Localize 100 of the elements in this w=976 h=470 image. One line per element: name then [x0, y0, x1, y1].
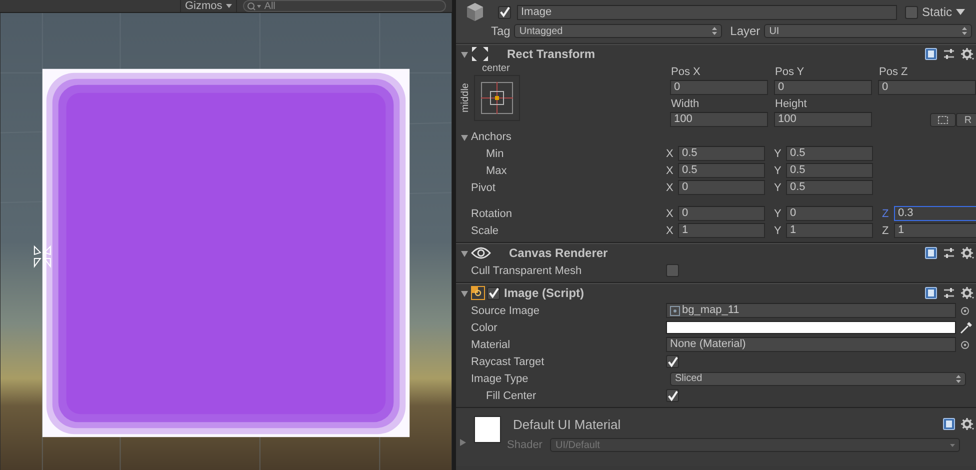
number-field[interactable]: 0.5	[786, 163, 873, 178]
checkbox[interactable]	[666, 264, 679, 277]
check-icon	[667, 356, 678, 368]
color-field[interactable]	[666, 321, 956, 334]
number-field[interactable]: 0	[774, 80, 872, 95]
field-label: Pos Z	[878, 64, 909, 78]
property-label: Raycast Target	[470, 356, 546, 368]
object-value: None (Material)	[670, 338, 746, 351]
checkbox[interactable]	[498, 6, 511, 18]
check-icon	[499, 6, 510, 18]
axis-label: X	[666, 182, 674, 194]
rect-transform-icon	[471, 46, 489, 62]
component-title: Canvas Renderer	[509, 246, 608, 260]
name-field[interactable]: Image	[517, 4, 897, 20]
number-field[interactable]: 0	[786, 206, 873, 221]
raw-edit-button[interactable]: R	[956, 113, 976, 127]
target-icon[interactable]	[960, 306, 970, 316]
caret-icon[interactable]	[460, 50, 469, 58]
number-field[interactable]: 0	[878, 80, 976, 95]
checkbox[interactable]	[666, 355, 679, 368]
anchor-label: middle	[460, 83, 471, 113]
number-field[interactable]: 100	[670, 112, 768, 127]
property-label: Tag	[491, 24, 510, 38]
dropdown-value: Sliced	[675, 373, 702, 384]
eyedropper-icon[interactable]	[960, 322, 972, 334]
help-icon[interactable]	[925, 247, 937, 259]
number-field[interactable]: 1	[678, 223, 765, 238]
field-label: Pos X	[670, 64, 702, 78]
component-title: Image (Script)	[504, 286, 584, 300]
property-label: Pivot	[470, 182, 496, 194]
caret-icon[interactable]	[460, 248, 469, 258]
number-field[interactable]: 100	[774, 112, 872, 127]
checkbox[interactable]	[487, 286, 500, 300]
axis-label: X	[666, 148, 674, 160]
dropdown[interactable]: Sliced	[670, 372, 966, 386]
number-field[interactable]: 0.3	[894, 206, 976, 221]
field-label: Pos Y	[774, 64, 806, 78]
anchor-preset-button[interactable]	[474, 75, 520, 121]
sliders-icon[interactable]	[943, 287, 955, 299]
object-field[interactable]: bg_map_11	[666, 303, 956, 318]
number-field[interactable]: 0	[670, 80, 768, 95]
layer-dropdown[interactable]: UI	[764, 24, 972, 38]
checkbox[interactable]	[666, 389, 679, 402]
gear-icon[interactable]	[961, 418, 974, 430]
object-field[interactable]: None (Material)	[666, 337, 956, 352]
property-label: Material	[470, 338, 512, 350]
anchor-label: center	[481, 63, 511, 75]
search-field[interactable]: All	[243, 0, 446, 12]
gizmos-menu[interactable]: Gizmos	[180, 0, 238, 12]
number-field[interactable]: 1	[894, 223, 976, 238]
property-label: Color	[470, 322, 498, 334]
search-icon[interactable]	[247, 2, 262, 11]
sliders-icon[interactable]	[943, 48, 955, 60]
target-icon[interactable]	[960, 340, 970, 350]
help-icon[interactable]	[925, 48, 937, 60]
help-icon[interactable]	[943, 418, 955, 430]
property-label: Image Type	[470, 372, 530, 384]
axis-label: Z	[882, 208, 890, 220]
dropdown-caret-icon	[226, 4, 232, 8]
caret-icon[interactable]	[458, 438, 467, 447]
property-label: Cull Transparent Mesh	[470, 264, 583, 276]
gear-icon[interactable]	[961, 247, 974, 259]
field-label: Width	[670, 96, 700, 110]
sliders-icon[interactable]	[943, 247, 955, 259]
axis-label: Y	[774, 164, 782, 176]
gear-icon[interactable]	[961, 48, 974, 60]
number-field[interactable]: 1	[786, 223, 873, 238]
axis-label: Y	[774, 208, 782, 220]
property-label: Max	[485, 164, 508, 176]
component-header[interactable]: Image (Script)	[456, 283, 976, 302]
number-field[interactable]: 0.5	[786, 146, 873, 161]
component-header[interactable]: Rect Transform	[456, 44, 976, 63]
axis-label: Z	[882, 224, 890, 236]
dropdown-caret-icon[interactable]	[956, 9, 966, 15]
help-icon[interactable]	[925, 287, 937, 299]
axis-label: Y	[774, 182, 782, 194]
caret-icon[interactable]	[460, 288, 469, 298]
dropdown-caret-icon	[950, 444, 956, 446]
property-label: Scale	[470, 224, 500, 236]
property-label: Fill Center	[485, 390, 538, 402]
property-label: Shader	[507, 439, 542, 451]
cube-icon	[464, 1, 486, 23]
axis-label: X	[666, 208, 674, 220]
number-field[interactable]: 0	[678, 206, 765, 221]
number-field[interactable]: 0.5	[678, 146, 765, 161]
axis-label: X	[666, 164, 674, 176]
number-field[interactable]: 0.5	[786, 180, 873, 195]
blueprint-button[interactable]	[930, 113, 956, 127]
caret-icon[interactable]	[460, 132, 469, 142]
updown-icon	[956, 374, 961, 382]
tag-dropdown[interactable]: Untagged	[514, 24, 722, 38]
number-field[interactable]: 0	[678, 180, 765, 195]
gear-icon[interactable]	[961, 287, 974, 299]
number-field[interactable]: 0.5	[678, 163, 765, 178]
component-header[interactable]: Canvas Renderer	[456, 243, 976, 262]
field-label: Height	[774, 96, 808, 110]
static-label: Static	[922, 5, 952, 19]
component-title: Rect Transform	[507, 47, 596, 61]
checkbox[interactable]	[905, 6, 918, 18]
property-label: Min	[485, 148, 505, 160]
